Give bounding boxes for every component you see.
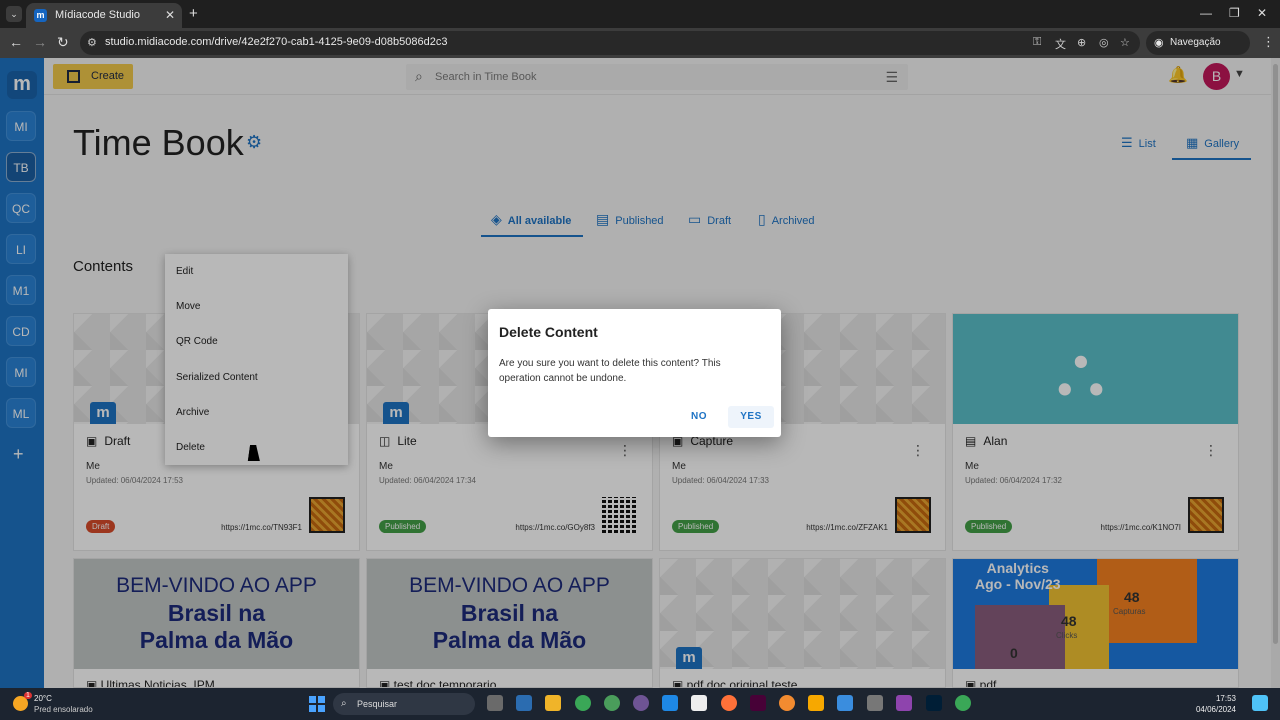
- back-icon[interactable]: ←: [9, 34, 23, 50]
- clock-time: 17:53: [1215, 694, 1236, 703]
- no-button[interactable]: NO: [683, 406, 715, 428]
- bookmark-star-icon[interactable]: ☆: [1120, 36, 1130, 49]
- windows-start-icon[interactable]: [309, 696, 325, 712]
- system-clock[interactable]: 17:53 04/06/2024: [1196, 693, 1236, 715]
- reload-icon[interactable]: ↻: [57, 34, 69, 51]
- tab-search-icon[interactable]: ⌄: [6, 6, 22, 22]
- delete-dialog: Delete Content Are you sure you want to …: [488, 309, 781, 437]
- favicon-icon: m: [34, 9, 47, 22]
- incognito-icon: ◉: [1154, 37, 1164, 49]
- restore-icon[interactable]: ❐: [1229, 6, 1240, 20]
- tab-close-icon[interactable]: ✕: [165, 8, 175, 22]
- photoshop-icon[interactable]: [926, 695, 942, 711]
- firefox-icon[interactable]: [721, 695, 737, 711]
- taskbar-search[interactable]: ⌕ Pesquisar: [333, 693, 475, 715]
- eye-off-icon[interactable]: ◎: [1099, 36, 1109, 49]
- window-app-icon[interactable]: [837, 695, 853, 711]
- file-explorer-icon[interactable]: [545, 695, 561, 711]
- tab-title: Mídiacode Studio: [55, 9, 140, 21]
- window-close-icon[interactable]: ✕: [1257, 6, 1267, 20]
- zoom-icon[interactable]: ⊕: [1077, 36, 1086, 49]
- minimize-icon[interactable]: —: [1200, 6, 1212, 20]
- password-icon[interactable]: ⚿: [1033, 36, 1041, 49]
- forward-icon[interactable]: →: [33, 34, 47, 50]
- yes-button[interactable]: YES: [728, 406, 774, 428]
- search-icon: ⌕: [341, 698, 347, 709]
- chrome-icon[interactable]: [575, 695, 591, 711]
- github-icon[interactable]: [633, 695, 649, 711]
- teams-icon[interactable]: [516, 695, 532, 711]
- postman-icon[interactable]: [779, 695, 795, 711]
- weather-temp: 20°C: [34, 694, 52, 703]
- clock-date: 04/06/2024: [1195, 705, 1236, 714]
- mouse-cursor-icon: [247, 445, 263, 461]
- url-text: studio.midiacode.com/drive/42e2f270-cab1…: [105, 36, 448, 48]
- snip-tool-icon[interactable]: [867, 695, 883, 711]
- weather-badge: 1: [24, 692, 32, 699]
- video-editor-icon[interactable]: [896, 695, 912, 711]
- new-tab-icon[interactable]: +: [189, 5, 198, 22]
- slack-icon[interactable]: [604, 695, 620, 711]
- browser-toolbar: ← → ↻ ⚙ studio.midiacode.com/drive/42e2f…: [0, 28, 1280, 72]
- adobe-xd-icon[interactable]: [750, 695, 766, 711]
- vscode-icon[interactable]: [662, 695, 678, 711]
- site-info-icon[interactable]: ⚙: [87, 36, 100, 49]
- sublime-icon[interactable]: [808, 695, 824, 711]
- translate-icon[interactable]: 文: [1055, 36, 1066, 52]
- weather-desc: Pred ensolarado: [34, 705, 93, 714]
- windows-taskbar: 1 20°C Pred ensolarado ⌕ Pesquisar 17:53 0…: [0, 688, 1280, 720]
- browser-tab[interactable]: m Mídiacode Studio ✕: [26, 3, 182, 28]
- address-bar[interactable]: ⚙ studio.midiacode.com/drive/42e2f270-ca…: [80, 31, 1140, 55]
- incognito-indicator[interactable]: ◉ Navegação anônima: [1146, 31, 1250, 72]
- chrome-alt-icon[interactable]: [955, 695, 971, 711]
- notification-center-icon[interactable]: [1252, 695, 1268, 711]
- dialog-title: Delete Content: [499, 324, 598, 340]
- browser-menu-icon[interactable]: ⋮: [1262, 34, 1275, 50]
- taskbar-search-label: Pesquisar: [357, 699, 398, 709]
- notepad-icon[interactable]: [691, 695, 707, 711]
- browser-tab-bar: ⌄ m Mídiacode Studio ✕ + — ❐ ✕: [0, 0, 1280, 28]
- task-view-icon[interactable]: [487, 695, 503, 711]
- dialog-message: Are you sure you want to delete this con…: [499, 358, 721, 384]
